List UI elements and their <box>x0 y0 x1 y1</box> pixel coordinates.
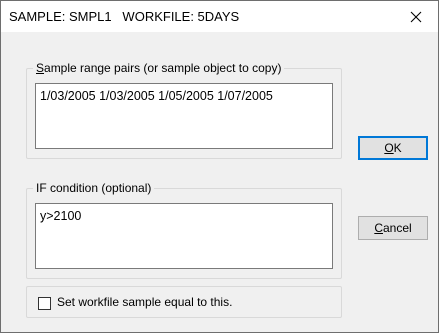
workfile-sample-checkbox[interactable] <box>38 297 51 310</box>
if-condition-input[interactable]: y>2100 <box>35 203 333 269</box>
ok-button-rest: K <box>393 141 402 155</box>
if-condition-group: IF condition (optional) y>2100 <box>26 181 342 279</box>
sample-dialog: SAMPLE: SMPL1 WORKFILE: 5DAYS Sample ran… <box>0 0 439 333</box>
ok-button-accel: O <box>384 141 394 155</box>
workfile-sample-group: Set workfile sample equal to this. <box>26 286 342 318</box>
workfile-sample-checkbox-label[interactable]: Set workfile sample equal to this. <box>57 295 232 309</box>
sample-range-input[interactable]: 1/03/2005 1/03/2005 1/05/2005 1/07/2005 <box>35 83 333 149</box>
ok-button[interactable]: OK <box>358 136 428 160</box>
title-bar: SAMPLE: SMPL1 WORKFILE: 5DAYS <box>1 1 438 32</box>
cancel-button-rest: ancel <box>382 221 412 235</box>
window-title: SAMPLE: SMPL1 WORKFILE: 5DAYS <box>9 9 240 24</box>
if-condition-label: IF condition (optional) <box>33 181 155 195</box>
close-icon <box>410 11 422 22</box>
sample-range-label-rest: ample range pairs (or sample object to c… <box>44 61 282 75</box>
sample-range-label: Sample range pairs (or sample object to … <box>33 61 285 75</box>
sample-range-group: Sample range pairs (or sample object to … <box>26 61 342 159</box>
close-button[interactable] <box>394 1 438 32</box>
cancel-button[interactable]: Cancel <box>358 216 428 240</box>
sample-range-label-accel: S <box>36 61 45 75</box>
cancel-button-accel: C <box>374 221 383 235</box>
